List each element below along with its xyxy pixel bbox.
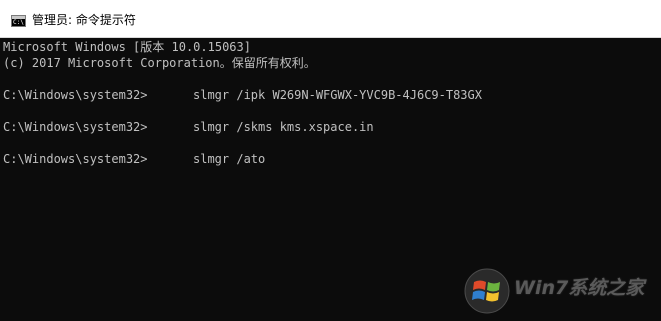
command-line-skms: C:\Windows\system32> slmgr /skms kms.xspa… [3,119,374,135]
windows-flag-logo [464,268,510,314]
title-bar[interactable]: C:\ 管理员: 命令提示符 [0,0,661,38]
watermark-text: Win7系统之家 [514,277,645,299]
window-title: 管理员: 命令提示符 [32,13,136,27]
prompt-text: C:\Windows\system32> [3,152,148,166]
console-icon-glyph: C:\ [13,19,24,26]
command-text: slmgr /ipk W269N-WFGWX-YVC9B-4J6C9-T83GX [193,88,482,102]
header-line-copyright: (c) 2017 Microsoft Corporation。保留所有权利。 [3,56,316,70]
command-line-ipk: C:\Windows\system32> slmgr /ipk W269N-WFG… [3,87,482,103]
command-line-ato: C:\Windows\system32> slmgr /ato [3,151,265,167]
command-prompt-window: C:\ 管理员: 命令提示符 Microsoft Windows [版本 10.… [0,0,661,321]
command-text: slmgr /skms kms.xspace.in [193,120,374,134]
watermark: Win7系统之家 [464,264,656,316]
command-text: slmgr /ato [193,152,266,166]
prompt-text: C:\Windows\system32> [3,88,148,102]
header-line-version: Microsoft Windows [版本 10.0.15063] [3,40,251,54]
prompt-text: C:\Windows\system32> [3,120,148,134]
cmd-console-icon[interactable]: C:\ [11,15,26,27]
